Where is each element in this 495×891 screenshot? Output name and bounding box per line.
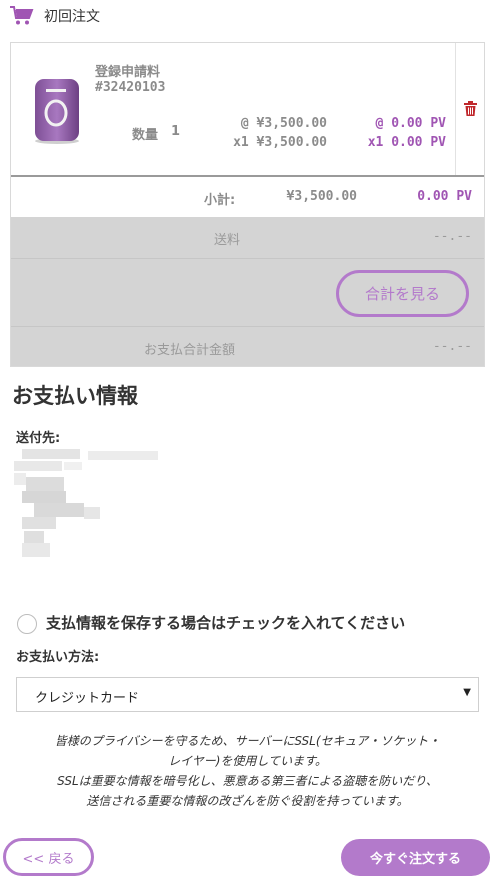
save-payment-label: 支払情報を保存する場合はチェックを入れてください [46,614,406,632]
grand-total-label: お支払合計金額 [144,343,236,358]
ship-to-label: 送付先: [16,431,61,446]
subtotal-row: 小計: ¥3,500.00 0.00 PV [11,177,484,217]
back-button[interactable]: << 戻る [3,838,94,876]
ssl-notice-line: SSLは重要な情報を暗号化し、悪意ある第三者による盗聴を防いだり、 [57,774,438,788]
save-payment-radio[interactable] [17,614,37,634]
line-total-price: x1 ¥3,500.00 [233,135,327,150]
unit-price: @ ¥3,500.00 [240,116,327,131]
line-total-pv: x1 0.00 PV [367,135,446,150]
calculate-row: 合計を見る [11,259,484,327]
ssl-notice-line: 送信される重要な情報の改ざんを防ぐ役割を持っています。 [86,794,409,808]
cart-icon [10,6,34,25]
totals-panel: 送料 --.-- 合計を見る お支払合計金額 --.-- [11,217,484,366]
order-item-row: 登録申請料 #32420103 数量 1 @ ¥3,500.00 x1 ¥3,5… [11,43,484,177]
quantity-label: 数量 [132,128,159,143]
subtotal-price: ¥3,500.00 [286,189,357,204]
delete-column [455,43,484,175]
product-name: 登録申請料 [95,65,161,80]
product-sku: #32420103 [95,80,166,95]
shipping-value: --.-- [432,229,472,244]
grand-total-value: --.-- [432,339,472,354]
order-summary-card: 登録申請料 #32420103 数量 1 @ ¥3,500.00 x1 ¥3,5… [10,42,485,367]
payment-method-label: お支払い方法: [16,650,100,665]
trash-icon[interactable] [464,101,477,116]
quantity-value: 1 [171,124,181,139]
ssl-notice-line: 皆様のプライバシーを守るため、サーバーにSSL(セキュア・ソケット・ [54,734,441,748]
dropdown-arrow-icon: ▼ [463,687,471,698]
shipping-address-redacted [14,449,158,557]
shipping-label: 送料 [214,233,241,248]
shipping-row: 送料 --.-- [11,217,484,259]
payment-method-value: クレジットカード [35,691,140,706]
page-title: 初回注文 [44,9,100,25]
ssl-notice: 皆様のプライバシーを守るため、サーバーにSSL(セキュア・ソケット・ レイヤー)… [10,731,485,811]
subtotal-pv: 0.00 PV [417,189,472,204]
payment-section-title: お支払い情報 [12,384,138,408]
unit-pv: @ 0.00 PV [375,116,446,131]
subtotal-label: 小計: [204,193,236,208]
see-total-button[interactable]: 合計を見る [336,270,469,317]
order-now-button[interactable]: 今すぐ注文する [341,839,490,876]
ssl-notice-line: レイヤー)を使用しています。 [168,754,327,768]
product-image [35,79,79,144]
payment-method-select[interactable]: クレジットカード ▼ [16,677,479,712]
